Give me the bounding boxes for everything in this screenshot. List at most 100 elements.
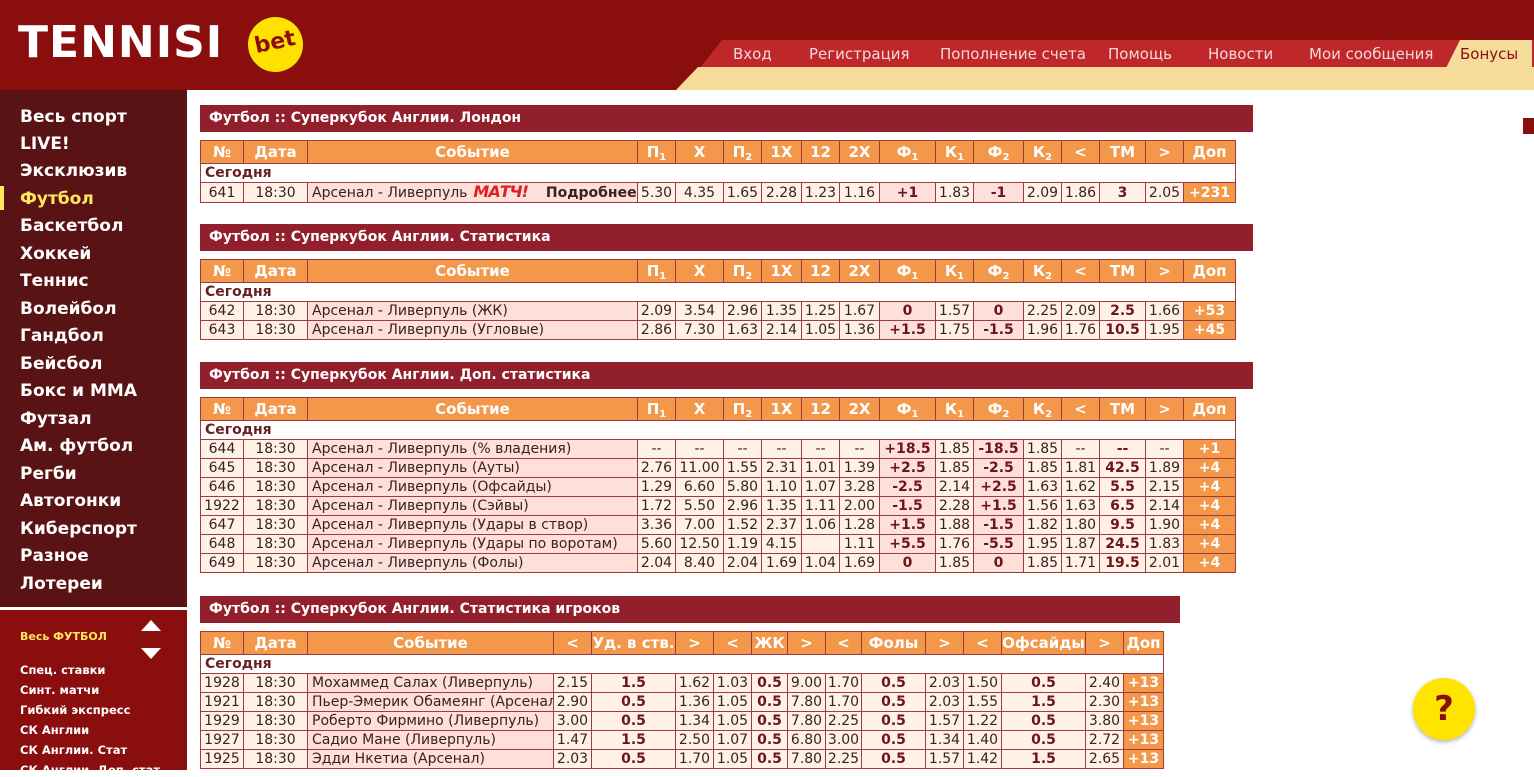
event-name[interactable]: Арсенал - Ливерпуль (Офсайды) bbox=[312, 479, 552, 495]
scroll-down-icon[interactable] bbox=[141, 648, 161, 659]
cell-x12[interactable]: 1.01 bbox=[801, 458, 840, 478]
column-header[interactable]: Событие bbox=[307, 631, 554, 655]
column-header-x[interactable]: Х bbox=[675, 140, 724, 164]
player-cell[interactable]: 0.5 bbox=[1001, 730, 1086, 750]
column-header-tm[interactable]: ТМ bbox=[1099, 140, 1146, 164]
player-cell[interactable]: 0.5 bbox=[861, 692, 926, 712]
player-cell[interactable]: 1.07 bbox=[713, 730, 752, 750]
cell-lt[interactable]: 1.71 bbox=[1061, 553, 1100, 573]
player-cell[interactable]: +13 bbox=[1123, 711, 1164, 731]
cell-f2[interactable]: 0 bbox=[973, 553, 1024, 573]
cell-k1[interactable]: 1.75 bbox=[935, 320, 974, 340]
cell-x2[interactable]: 3.28 bbox=[839, 477, 880, 497]
player-cell[interactable]: 1.34 bbox=[925, 730, 964, 750]
column-header-x1[interactable]: 1Х bbox=[761, 397, 802, 421]
cell-k1[interactable]: 1.83 bbox=[935, 182, 974, 203]
cell-k1[interactable]: 1.85 bbox=[935, 439, 974, 459]
column-header-tm[interactable]: ТМ bbox=[1099, 397, 1146, 421]
player-cell[interactable]: 3.00 bbox=[825, 730, 862, 750]
column-header-x12[interactable]: 12 bbox=[801, 140, 840, 164]
event-name[interactable]: Арсенал - Ливерпуль (% владения) bbox=[312, 441, 571, 457]
cell-dop[interactable]: +1 bbox=[1183, 439, 1236, 459]
cell-x2[interactable]: 2.00 bbox=[839, 496, 880, 516]
player-cell[interactable]: 0.5 bbox=[751, 692, 788, 712]
cell-dop[interactable]: +4 bbox=[1183, 515, 1236, 535]
cell-f1[interactable]: +2.5 bbox=[879, 458, 936, 478]
player-cell[interactable]: +13 bbox=[1123, 692, 1164, 712]
column-header-p1[interactable]: П1 bbox=[637, 397, 676, 421]
cell-f1[interactable]: +1.5 bbox=[879, 320, 936, 340]
sidebar-item-futsal[interactable]: Футзал bbox=[20, 406, 92, 432]
sidebar-item-live[interactable]: LIVE! bbox=[20, 131, 70, 157]
cell-x12[interactable]: 1.07 bbox=[801, 477, 840, 497]
cell-x[interactable]: 6.60 bbox=[675, 477, 724, 497]
player-cell[interactable]: +13 bbox=[1123, 730, 1164, 750]
cell-x1[interactable]: 1.35 bbox=[761, 301, 802, 321]
cell-p1[interactable]: -- bbox=[637, 439, 676, 459]
player-cell[interactable]: 1.55 bbox=[963, 692, 1002, 712]
cell-dop[interactable]: +4 bbox=[1183, 477, 1236, 497]
cell-x1[interactable]: 1.69 bbox=[761, 553, 802, 573]
column-header-f1[interactable]: Ф1 bbox=[879, 140, 936, 164]
sidebar-item-boxing[interactable]: Бокс и MMA bbox=[20, 378, 137, 404]
cell-x12[interactable]: 1.06 bbox=[801, 515, 840, 535]
cell-dop[interactable]: +231 bbox=[1183, 182, 1236, 203]
event-name[interactable]: Арсенал - Ливерпуль (Сэйвы) bbox=[312, 498, 529, 514]
cell-k2[interactable]: 1.96 bbox=[1023, 320, 1062, 340]
column-header-lt[interactable]: < bbox=[1061, 397, 1100, 421]
cell-dop[interactable]: +4 bbox=[1183, 534, 1236, 554]
sidebar-item-basketball[interactable]: Баскетбол bbox=[20, 213, 123, 239]
cell-lt[interactable]: 1.81 bbox=[1061, 458, 1100, 478]
event-name[interactable]: Арсенал - Ливерпуль (Фолы) bbox=[312, 555, 523, 571]
cell-f1[interactable]: +1.5 bbox=[879, 515, 936, 535]
sidebar-item-hockey[interactable]: Хоккей bbox=[20, 241, 91, 267]
cell-dop[interactable]: +4 bbox=[1183, 553, 1236, 573]
cell-p1[interactable]: 3.36 bbox=[637, 515, 676, 535]
player-cell[interactable]: 0.5 bbox=[861, 711, 926, 731]
cell-x1[interactable]: 2.14 bbox=[761, 320, 802, 340]
player-cell[interactable]: 1.62 bbox=[675, 673, 714, 693]
column-header[interactable]: ЖК bbox=[751, 631, 788, 655]
player-cell[interactable]: 0.5 bbox=[751, 711, 788, 731]
cell-p2[interactable]: 2.04 bbox=[723, 553, 762, 573]
cell-p1[interactable]: 2.09 bbox=[637, 301, 676, 321]
column-header[interactable]: > bbox=[787, 631, 826, 655]
column-header[interactable]: < bbox=[825, 631, 862, 655]
cell-f2[interactable]: -1 bbox=[973, 182, 1024, 203]
cell-gt[interactable]: 2.01 bbox=[1145, 553, 1184, 573]
column-header-gt[interactable]: > bbox=[1145, 397, 1184, 421]
player-cell[interactable]: 2.03 bbox=[925, 692, 964, 712]
column-header-date[interactable]: Дата bbox=[243, 140, 308, 164]
sidebar-item-am-football[interactable]: Ам. футбол bbox=[20, 433, 133, 459]
cell-f2[interactable]: +2.5 bbox=[973, 477, 1024, 497]
nav-deposit[interactable]: Пополнение счета bbox=[940, 40, 1086, 68]
cell-k2[interactable]: 1.85 bbox=[1023, 439, 1062, 459]
cell-f2[interactable]: -1.5 bbox=[973, 515, 1024, 535]
column-header[interactable]: Уд. в ств. bbox=[591, 631, 676, 655]
column-header[interactable]: > bbox=[1085, 631, 1124, 655]
column-header-x1[interactable]: 1Х bbox=[761, 259, 802, 283]
more-link[interactable]: Подробнее bbox=[546, 185, 637, 201]
cell-k2[interactable]: 1.82 bbox=[1023, 515, 1062, 535]
cell-dop[interactable]: +4 bbox=[1183, 496, 1236, 516]
nav-login[interactable]: Вход bbox=[733, 40, 772, 68]
cell-p1[interactable]: 2.86 bbox=[637, 320, 676, 340]
column-header-p2[interactable]: П2 bbox=[723, 259, 762, 283]
cell-p1[interactable]: 5.30 bbox=[637, 182, 676, 203]
event-name[interactable]: Арсенал - Ливерпуль (Ауты) bbox=[312, 460, 520, 476]
cell-tm[interactable]: 42.5 bbox=[1099, 458, 1146, 478]
column-header-k1[interactable]: К1 bbox=[935, 259, 974, 283]
cell-f1[interactable]: 0 bbox=[879, 301, 936, 321]
column-header-x1[interactable]: 1Х bbox=[761, 140, 802, 164]
cell-tm[interactable]: 5.5 bbox=[1099, 477, 1146, 497]
player-cell[interactable]: 0.5 bbox=[751, 673, 788, 693]
nav-bonuses[interactable]: Бонусы bbox=[1446, 40, 1533, 68]
player-cell[interactable]: 0.5 bbox=[1001, 673, 1086, 693]
cell-x12[interactable]: 1.23 bbox=[801, 182, 840, 203]
cell-k2[interactable]: 2.09 bbox=[1023, 182, 1062, 203]
cell-p1[interactable]: 5.60 bbox=[637, 534, 676, 554]
cell-x12[interactable]: 1.25 bbox=[801, 301, 840, 321]
submenu-item[interactable]: СК Англии. Доп. стат bbox=[20, 763, 160, 777]
column-header-f2[interactable]: Ф2 bbox=[973, 259, 1024, 283]
cell-gt[interactable]: 2.05 bbox=[1145, 182, 1184, 203]
